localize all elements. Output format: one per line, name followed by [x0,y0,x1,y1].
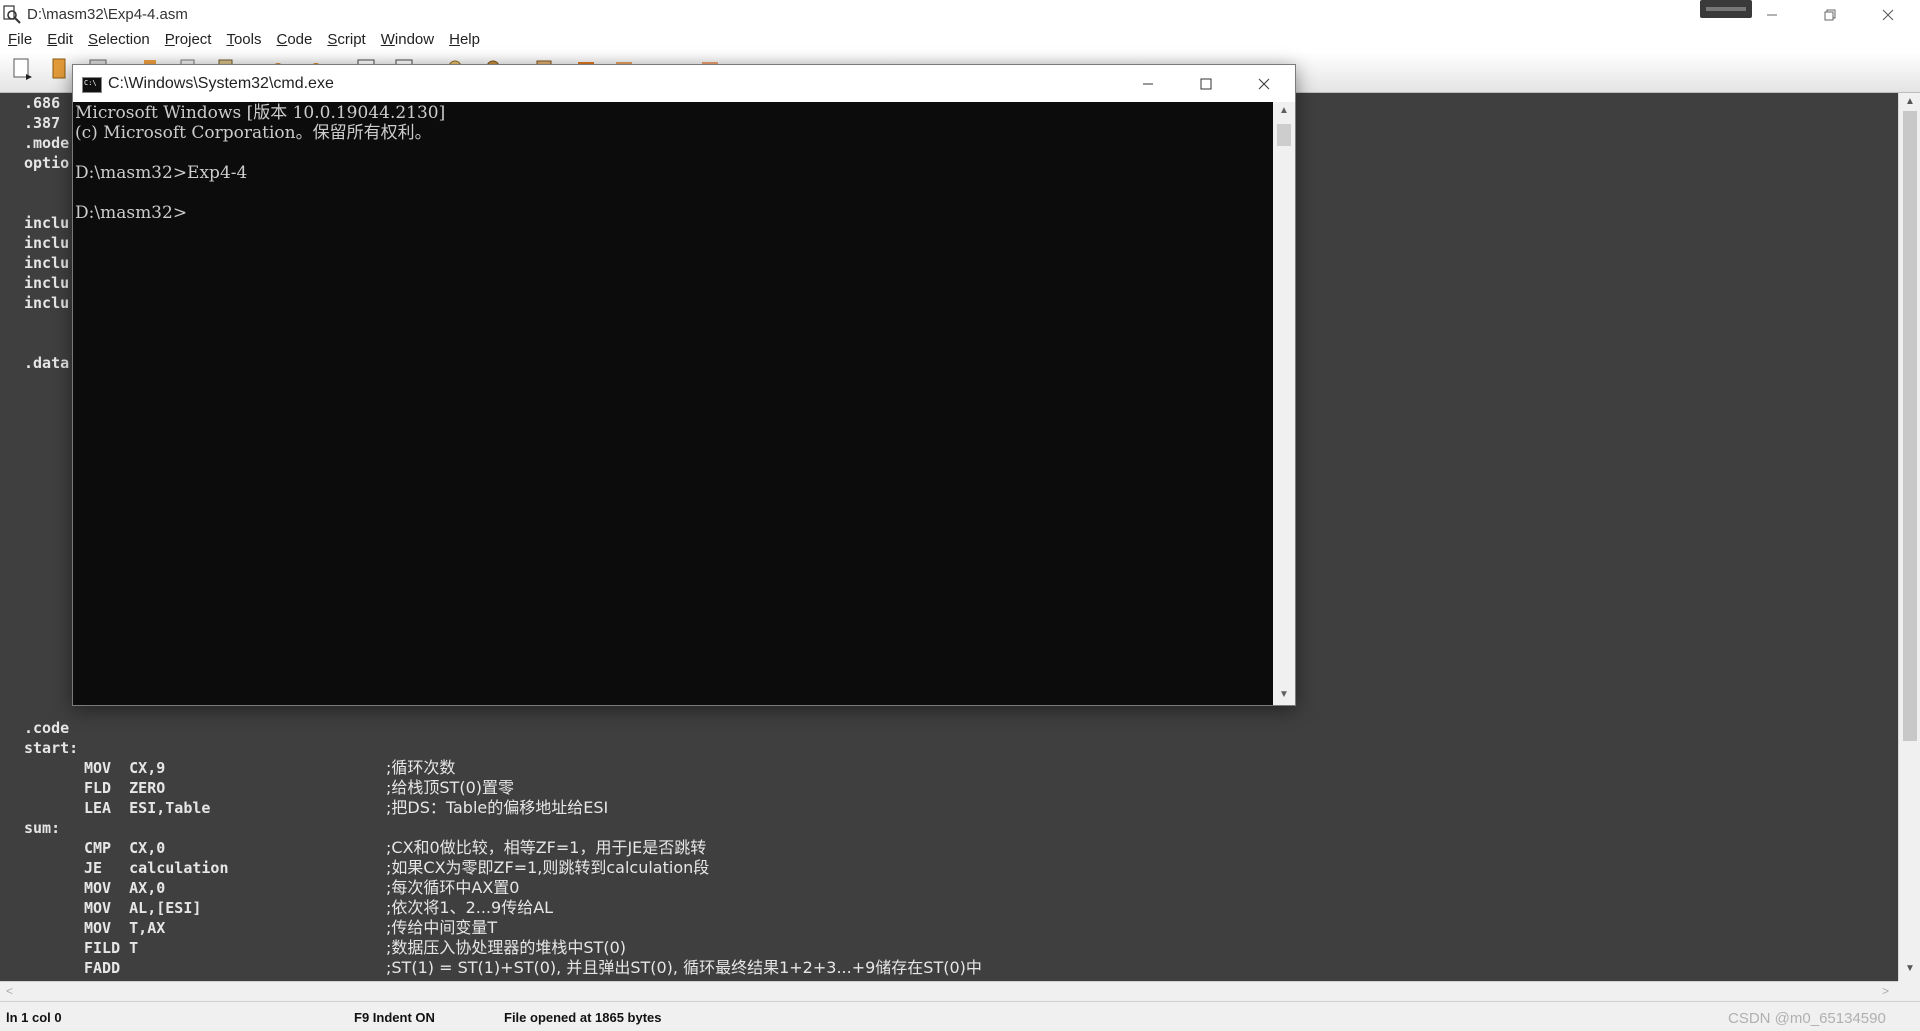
close-icon [1258,78,1270,89]
code-comment: ;给栈顶ST(0)置零 [386,778,514,797]
code-line: .387 [24,114,61,132]
scrollbar-thumb[interactable] [1277,124,1291,146]
close-icon [1882,9,1894,21]
menu-window[interactable]: Window [381,30,434,52]
menu-project[interactable]: Project [165,30,212,52]
code-line: MOV AL,[ESI] [84,899,202,917]
console-output[interactable]: Microsoft Windows [版本 10.0.19044.2130] (… [73,102,1273,705]
code-line: inclu [24,254,70,272]
code-line: CMP CX,0 [84,839,166,857]
cmd-maximize-button[interactable] [1177,65,1235,102]
code-line: .data [24,354,70,372]
console-line: Microsoft Windows [版本 10.0.19044.2130] [75,103,446,123]
scroll-up-icon[interactable]: ▲ [1278,105,1290,117]
code-comment: ;每次循环中AX置0 [386,878,520,897]
cmd-window-title: C:\Windows\System32\cmd.exe [108,75,334,92]
editor-horizontal-scrollbar[interactable]: < > [0,981,1898,1002]
code-line: .mode [24,134,70,152]
console-line: D:\masm32>Exp4-4 [75,163,248,183]
scroll-down-icon[interactable]: ▼ [1278,689,1290,701]
minimize-button[interactable] [1743,0,1801,30]
code-comment: ;ST(1) = ST(1)+ST(0), 并且弹出ST(0), 循环最终结果1… [386,958,982,977]
menu-tools[interactable]: Tools [226,30,261,52]
cmd-window[interactable]: C:\Windows\System32\cmd.exe Microsoft Wi… [72,64,1296,706]
code-line: inclu [24,274,70,292]
code-comment: ;把DS：Table的偏移地址给ESI [386,798,609,817]
code-line: .code [24,719,70,737]
code-comment: ;CX和0做比较，相等ZF=1，用于JE是否跳转 [386,838,707,857]
close-button[interactable] [1859,0,1917,30]
file-info: File opened at 1865 bytes [504,1010,662,1025]
scroll-left-icon[interactable]: < [6,984,13,998]
scroll-up-icon[interactable]: ▲ [1903,96,1917,110]
watermark-text: CSDN @m0_65134590 [1728,1010,1886,1027]
cmd-vertical-scrollbar[interactable]: ▲ ▼ [1273,102,1295,705]
code-line: inclu [24,234,70,252]
code-line: MOV T,AX [84,919,166,937]
code-comment: ;依次将1、2...9传给AL [386,898,554,917]
editor-title-bar: D:\masm32\Exp4-4.asm [0,0,1920,30]
restore-button[interactable] [1801,0,1859,30]
indent-status: F9 Indent ON [354,1010,435,1025]
code-line: MOV CX,9 [84,759,166,777]
console-line: (c) Microsoft Corporation。保留所有权利。 [75,123,432,143]
cmd-title-bar[interactable]: C:\Windows\System32\cmd.exe [73,65,1295,102]
code-line: JE calculation [84,859,229,877]
magnifier-document-icon [3,5,21,24]
menu-edit[interactable]: Edit [47,30,73,52]
code-line: start: [24,739,79,757]
code-line: LEA ESI,Table [84,799,211,817]
scroll-down-icon[interactable]: ▼ [1903,963,1917,977]
code-line: FLD ZERO [84,779,166,797]
cmd-minimize-button[interactable] [1119,65,1177,102]
code-comment: ;如果CX为零即ZF=1,则跳转到calculation段 [386,858,710,877]
new-file-icon[interactable] [12,58,32,80]
code-line: inclu [24,214,70,232]
code-line: MOV AX,0 [84,879,166,897]
code-line: optio [24,154,70,172]
editor-vertical-scrollbar[interactable]: ▲ ▼ [1898,93,1920,981]
scrollbar-thumb[interactable] [1903,111,1917,741]
restore-icon [1824,9,1836,21]
scroll-right-icon[interactable]: > [1882,984,1889,998]
cursor-position: ln 1 col 0 [6,1010,62,1025]
console-prompt: D:\masm32> [75,203,188,223]
maximize-icon [1200,78,1212,89]
open-file-icon[interactable] [50,58,70,80]
code-line: sum: [24,819,61,837]
menu-script[interactable]: Script [327,30,365,52]
code-comment: ;循环次数 [386,758,456,777]
menu-selection[interactable]: Selection [88,30,150,52]
cmd-close-button[interactable] [1235,65,1293,102]
menu-bar: File Edit Selection Project Tools Code S… [0,30,1920,52]
code-line: .686 [24,94,61,112]
menu-code[interactable]: Code [277,30,313,52]
code-line: FADD [84,959,121,977]
code-comment: ;数据压入协处理器的堆栈中ST(0) [386,938,626,957]
code-comment: ;传给中间变量T [386,918,498,937]
minimize-icon [1143,83,1153,84]
code-line: inclu [24,294,70,312]
status-bar: ln 1 col 0 F9 Indent ON File opened at 1… [0,1001,1920,1031]
code-line: FILD T [84,939,139,957]
console-icon [82,77,102,93]
minimize-icon [1767,14,1777,16]
editor-window-title: D:\masm32\Exp4-4.asm [27,6,188,23]
menu-file[interactable]: File [8,30,32,52]
menu-help[interactable]: Help [449,30,480,52]
